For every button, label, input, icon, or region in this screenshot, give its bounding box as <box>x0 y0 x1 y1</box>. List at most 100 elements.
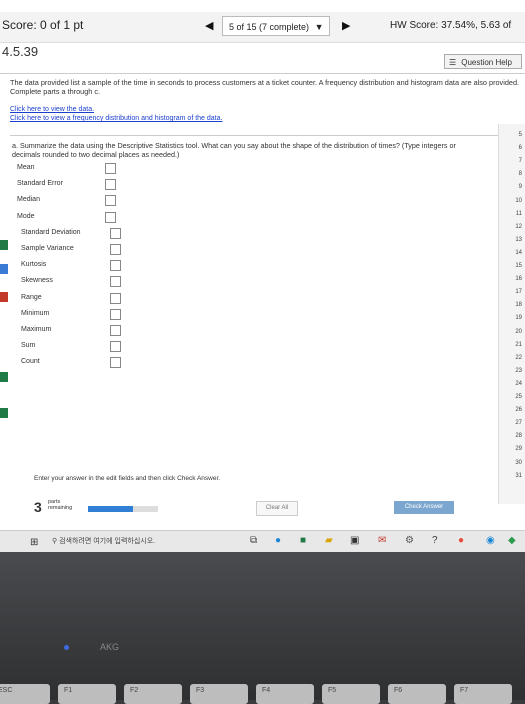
part-a-question: a. Summarize the data using the Descript… <box>12 141 456 159</box>
row-number: 20 <box>515 328 522 335</box>
app-icon[interactable]: ◆ <box>508 535 516 546</box>
brand-logo: AKG <box>100 642 120 652</box>
power-indicator-icon <box>64 645 69 650</box>
row-number: 24 <box>515 380 522 387</box>
view-frequency-link[interactable]: Click here to view a frequency distribut… <box>10 115 222 122</box>
question-help-button[interactable]: ☰ Question Help <box>444 54 522 69</box>
stats-row: Median <box>15 194 135 208</box>
row-number: 8 <box>518 171 522 178</box>
row-number: 19 <box>515 315 522 322</box>
view-data-link[interactable]: Click here to view the data. <box>10 106 94 113</box>
taskbar-search[interactable]: ⚲ 검색하려면 여기에 입력하십시오. <box>52 535 212 549</box>
keyboard-key: ESC <box>0 684 50 704</box>
stats-answer-input[interactable] <box>110 227 121 239</box>
folder-icon[interactable]: ▰ <box>325 535 333 546</box>
stats-label: Count <box>21 358 40 366</box>
question-number: 4.5.39 <box>2 44 39 59</box>
question-prompt: The data provided list a sample of the t… <box>10 78 520 96</box>
row-number: 5 <box>518 132 522 138</box>
parts-progress-fill <box>88 506 133 512</box>
stats-row: Maximum <box>15 324 135 338</box>
row-number: 7 <box>518 158 522 165</box>
stats-answer-input[interactable] <box>105 179 116 191</box>
parts-remaining-label: parts remaining <box>48 499 72 511</box>
chrome-icon[interactable]: ◉ <box>486 535 495 546</box>
app-icon[interactable]: ■ <box>300 535 306 546</box>
row-number: 10 <box>515 197 522 204</box>
stats-row: Sample Variance <box>15 243 135 257</box>
taskbar-search-placeholder: 검색하려면 여기에 입력하십시오. <box>59 538 156 545</box>
row-number: 27 <box>515 420 522 427</box>
row-number: 13 <box>515 236 522 243</box>
help-icon[interactable]: ? <box>432 535 438 546</box>
keyboard-key: F1 <box>58 684 116 704</box>
question-help-label: Question Help <box>461 58 512 67</box>
clear-all-button[interactable]: Clear All <box>256 501 298 516</box>
divider <box>0 73 525 74</box>
stats-row: Kurtosis <box>15 259 135 273</box>
store-icon[interactable]: ▣ <box>350 535 359 546</box>
row-number: 22 <box>515 354 522 361</box>
settings-icon[interactable]: ⚙ <box>405 535 414 546</box>
chevron-down-icon: ▼ <box>314 22 324 32</box>
opera-icon[interactable]: ● <box>458 535 464 546</box>
stats-row: Range <box>15 292 135 306</box>
row-number: 21 <box>515 341 522 348</box>
stats-answer-input[interactable] <box>105 195 116 207</box>
stats-label: Median <box>17 196 40 204</box>
row-number: 28 <box>515 433 522 440</box>
stats-answer-input[interactable] <box>105 211 116 223</box>
stats-answer-input[interactable] <box>105 163 116 174</box>
left-edge-marker <box>0 292 8 302</box>
stats-row: Standard Error <box>15 178 135 192</box>
keyboard-key: F7 <box>454 684 512 704</box>
row-number: 17 <box>515 289 522 296</box>
laptop-body: AKG ESC F1 F2 F3 F4 F5 F6 F7 <box>0 552 525 704</box>
stats-label: Skewness <box>21 277 53 285</box>
row-number: 29 <box>515 446 522 453</box>
row-number-strip: 5 6 7 8 9 10 11 12 13 14 15 16 17 18 19 20 21 22 23 24 25 26 2… <box>498 124 525 504</box>
menu-icon: ☰ <box>449 58 457 67</box>
stats-answer-input[interactable] <box>110 244 121 255</box>
keyboard-key: F5 <box>322 684 380 704</box>
stats-row: Count <box>15 356 135 370</box>
row-number: 23 <box>515 367 522 374</box>
stats-row: Sum <box>15 340 135 354</box>
left-edge-marker <box>0 264 8 274</box>
mail-icon[interactable]: ✉ <box>378 535 386 546</box>
instruction-text: Enter your answer in the edit fields and… <box>34 475 221 482</box>
stats-label: Range <box>21 293 42 301</box>
stats-row: Skewness <box>15 275 135 289</box>
previous-question-icon[interactable]: ◀ <box>205 19 213 32</box>
edge-browser-icon[interactable]: ● <box>275 535 281 546</box>
hw-score-text: HW Score: 37.54%, 5.63 of <box>390 20 512 31</box>
stats-label: Maximum <box>21 326 52 333</box>
stats-label: Kurtosis <box>21 261 47 269</box>
keyboard-key: F2 <box>124 684 182 704</box>
next-question-icon[interactable]: ▶ <box>342 19 350 32</box>
left-edge-marker <box>0 372 8 382</box>
row-number: 31 <box>515 472 522 479</box>
stats-answer-input[interactable] <box>110 292 121 304</box>
stats-answer-input[interactable] <box>110 260 121 272</box>
divider <box>10 135 510 136</box>
windows-start-icon[interactable]: ⊞ <box>30 537 38 548</box>
row-number: 12 <box>515 223 522 230</box>
question-progress-select[interactable]: 5 of 15 (7 complete) ▼ <box>222 16 330 36</box>
stats-label: Mode <box>17 212 35 220</box>
stats-label: Minimum <box>21 309 50 317</box>
stats-answer-input[interactable] <box>110 341 121 353</box>
browser-screen: Score: 0 of 1 pt ◀ 5 of 15 (7 complete) … <box>0 0 525 552</box>
stats-answer-input[interactable] <box>110 308 121 320</box>
stats-row: Mode <box>15 211 135 225</box>
stats-answer-input[interactable] <box>110 276 121 288</box>
stats-answer-input[interactable] <box>110 357 121 369</box>
stats-row: Standard Deviation <box>15 227 135 241</box>
left-edge-marker <box>0 408 8 418</box>
keyboard-key: F3 <box>190 684 248 704</box>
task-view-icon[interactable]: ⧉ <box>250 535 257 546</box>
row-number: 14 <box>515 249 522 256</box>
score-text: Score: 0 of 1 pt <box>2 18 84 32</box>
stats-answer-input[interactable] <box>110 325 121 336</box>
check-answer-button[interactable]: Check Answer <box>394 501 454 514</box>
